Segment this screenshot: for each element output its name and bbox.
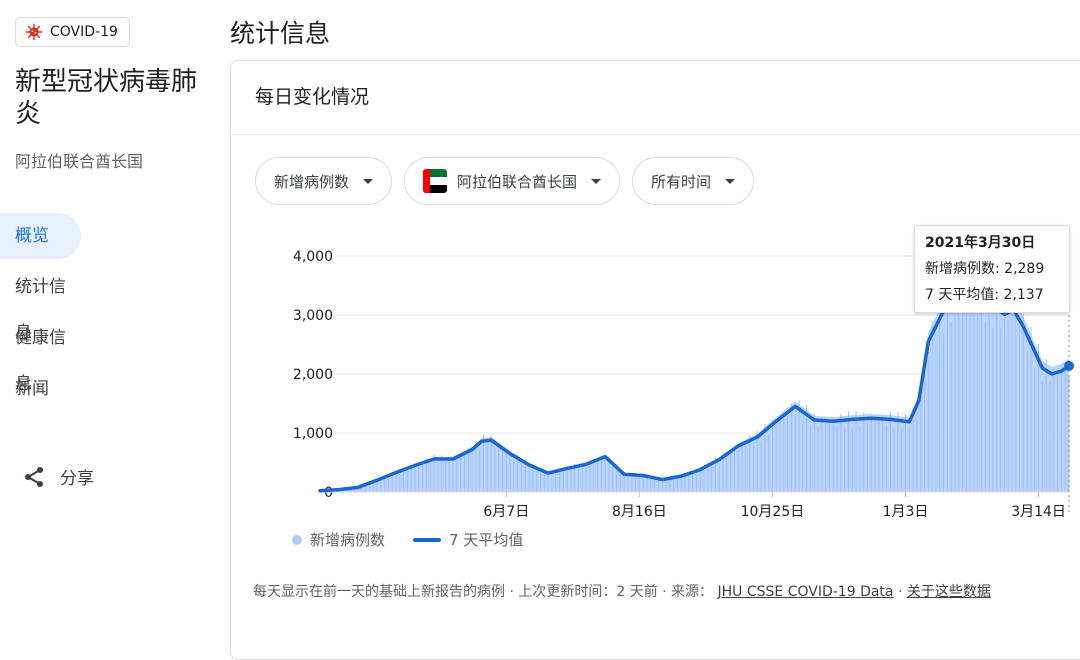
- legend-bars-swatch: [292, 534, 302, 545]
- y-tick-label: 0: [324, 485, 333, 501]
- x-tick-label: 8月16日: [612, 504, 667, 520]
- legend-bars-label: 新增病例数: [310, 531, 386, 549]
- highlighted-point: [1064, 360, 1074, 371]
- y-tick-label: 2,000: [293, 367, 333, 383]
- chart-footer: 每天显示在前一天的基础上新报告的病例 · 上次更新时间：2 天前 · 来源： J…: [253, 583, 1063, 601]
- y-tick-label: 1,000: [293, 426, 333, 442]
- y-tick-label: 4,000: [293, 249, 333, 265]
- about-data-link[interactable]: 关于这些数据: [907, 584, 991, 600]
- footer-separator: ·: [897, 584, 907, 600]
- chart-legend: 新增病例数 7 天平均值: [292, 529, 523, 550]
- tooltip-seven-day-avg: 7 天平均值: 2,137: [925, 287, 1044, 303]
- y-tick-label: 3,000: [293, 308, 333, 324]
- x-tick-label: 10月25日: [741, 504, 805, 520]
- tooltip-date: 2021年3月30日: [925, 235, 1036, 251]
- source-link[interactable]: JHU CSSE COVID-19 Data: [718, 584, 894, 600]
- x-tick-label: 3月14日: [1011, 504, 1066, 520]
- legend-line-swatch: [413, 537, 442, 542]
- tooltip-new-cases: 新增病例数: 2,289: [925, 261, 1045, 277]
- x-tick-label: 1月3日: [883, 504, 929, 520]
- legend-line-label: 7 天平均值: [449, 531, 524, 549]
- x-tick-label: 6月7日: [483, 504, 529, 520]
- chart-tooltip: 2021年3月30日 新增病例数: 2,289 7 天平均值: 2,137: [914, 225, 1070, 313]
- footer-text: 每天显示在前一天的基础上新报告的病例 · 上次更新时间：2 天前 · 来源：: [253, 584, 714, 600]
